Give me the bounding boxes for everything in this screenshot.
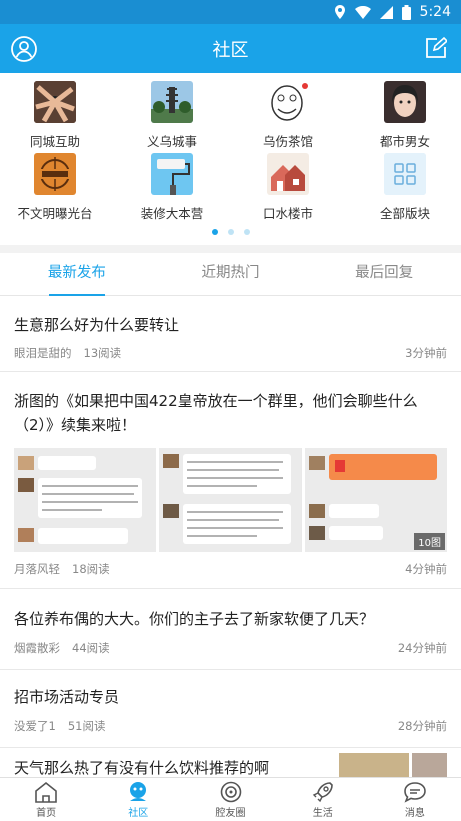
exposure-icon xyxy=(34,153,76,195)
post-time: 4分钟前 xyxy=(405,562,447,576)
nav-life[interactable]: 生活 xyxy=(277,778,369,821)
pager-dot[interactable] xyxy=(211,229,218,235)
list-item[interactable]: 浙图的《如果把中国422皇帝放在一个群里，他们会聊些什么（2）》续集来啦！ 10… xyxy=(0,372,461,589)
category-label: 同城互助 xyxy=(29,134,80,149)
home-icon xyxy=(35,781,57,803)
list-item[interactable]: 招市场活动专员 没爱了1 51阅读 28分钟前 xyxy=(0,670,461,748)
signal-icon xyxy=(379,5,393,19)
post-time: 24分钟前 xyxy=(397,641,447,655)
category-teahouse[interactable]: 乌伤茶馆 xyxy=(238,81,338,150)
post-title: 各位养布偶的大大。你们的主子去了新家软便了几天？ xyxy=(14,610,375,628)
houses-icon xyxy=(267,153,309,195)
app-header: 社区 xyxy=(0,24,461,73)
city-tower-icon xyxy=(151,81,193,123)
list-item[interactable]: 天气那么热了有没有什么饮料推荐的啊 xyxy=(0,748,461,778)
nav-label: 消息 xyxy=(404,808,425,819)
category-label: 口水楼市 xyxy=(262,206,313,221)
post-title: 天气那么热了有没有什么饮料推荐的啊 xyxy=(14,759,270,777)
rocket-icon xyxy=(312,782,333,803)
section-divider xyxy=(0,245,461,253)
tab-last-reply[interactable]: 最后回复 xyxy=(307,253,461,295)
pager-dot[interactable] xyxy=(227,229,234,235)
nav-label: 首页 xyxy=(36,808,57,819)
post-time: 3分钟前 xyxy=(405,346,447,360)
category-label: 都市男女 xyxy=(379,134,430,149)
category-exposure[interactable]: 不文明曝光台 xyxy=(5,153,105,222)
pager-dots xyxy=(0,229,461,235)
post-meta: 眼泪是甜的 13阅读 3分钟前 xyxy=(14,345,447,361)
post-author: 月落风轻 xyxy=(14,562,60,576)
status-time: 5:24 xyxy=(419,4,451,20)
tab-hot[interactable]: 近期热门 xyxy=(154,253,308,295)
nav-home[interactable]: 首页 xyxy=(0,778,92,821)
post-thumbnail[interactable] xyxy=(339,753,447,778)
face-meme-icon xyxy=(267,81,309,123)
community-icon xyxy=(130,782,147,801)
category-label: 义乌城事 xyxy=(146,134,197,149)
category-all[interactable]: 全部版块 xyxy=(355,153,455,222)
edit-icon xyxy=(426,36,449,58)
category-decoration[interactable]: 装修大本营 xyxy=(122,153,222,222)
profile-button[interactable] xyxy=(11,36,37,62)
bottom-nav: 首页 社区 腔友圈 生活 消息 xyxy=(0,777,461,821)
post-meta: 烟霞散彩 44阅读 24分钟前 xyxy=(14,640,447,656)
post-title: 浙图的《如果把中国422皇帝放在一个群里，他们会聊些什么（2）》续集来啦！ xyxy=(14,392,418,434)
post-time: 28分钟前 xyxy=(397,719,447,733)
post-thumbnail[interactable]: 10图 xyxy=(304,448,447,552)
nav-label: 腔友圈 xyxy=(215,808,246,819)
message-icon xyxy=(404,782,426,803)
nav-community[interactable]: 社区 xyxy=(92,778,184,821)
post-reads: 44阅读 xyxy=(72,641,110,655)
post-meta: 没爱了1 51阅读 28分钟前 xyxy=(14,718,447,734)
image-count-badge: 10图 xyxy=(414,533,445,550)
nav-messages[interactable]: 消息 xyxy=(369,778,461,821)
page-title: 社区 xyxy=(212,39,249,61)
category-tongcheng[interactable]: 同城互助 xyxy=(5,81,105,150)
post-author: 烟霞散彩 xyxy=(14,641,60,655)
pager-dot[interactable] xyxy=(243,229,250,235)
user-icon xyxy=(11,36,37,62)
paint-roller-icon xyxy=(151,153,193,195)
location-icon xyxy=(334,5,345,19)
grid-icon xyxy=(384,153,426,195)
tab-latest[interactable]: 最新发布 xyxy=(0,253,154,296)
battery-icon xyxy=(401,4,411,20)
nav-label: 生活 xyxy=(312,808,333,819)
nav-friends[interactable]: 腔友圈 xyxy=(184,778,276,821)
list-item[interactable]: 生意那么好为什么要转让 眼泪是甜的 13阅读 3分钟前 xyxy=(0,297,461,372)
category-grid: 同城互助 义乌城事 乌伤茶馆 都市男女 不文明曝光台 装修大本营 口水楼市 全部… xyxy=(0,73,461,245)
post-title: 生意那么好为什么要转让 xyxy=(14,316,180,334)
category-yiwu[interactable]: 义乌城事 xyxy=(122,81,222,150)
post-reads: 51阅读 xyxy=(67,719,106,733)
hands-icon xyxy=(34,81,76,123)
post-image-strip[interactable]: 10图 xyxy=(14,448,447,552)
category-housing[interactable]: 口水楼市 xyxy=(238,153,338,222)
post-author: 没爱了1 xyxy=(14,719,56,733)
girl-photo-icon xyxy=(384,81,426,123)
post-reads: 18阅读 xyxy=(72,562,110,576)
compose-button[interactable] xyxy=(425,36,449,59)
category-urban[interactable]: 都市男女 xyxy=(355,81,455,150)
status-bar: 5:24 xyxy=(0,0,461,24)
wifi-icon xyxy=(354,5,371,19)
category-label: 不文明曝光台 xyxy=(17,206,93,221)
post-thumbnail[interactable] xyxy=(159,448,302,552)
friends-circle-icon xyxy=(220,781,241,803)
category-label: 装修大本营 xyxy=(140,206,204,221)
post-title: 招市场活动专员 xyxy=(14,688,120,706)
category-label: 乌伤茶馆 xyxy=(262,134,313,149)
list-item[interactable]: 各位养布偶的大大。你们的主子去了新家软便了几天？ 烟霞散彩 44阅读 24分钟前 xyxy=(0,589,461,670)
post-reads: 13阅读 xyxy=(83,346,122,360)
feed-tabs: 最新发布 近期热门 最后回复 xyxy=(0,253,461,296)
post-meta: 月落风轻 18阅读 4分钟前 xyxy=(14,561,447,577)
nav-label: 社区 xyxy=(128,808,149,819)
category-label: 全部版块 xyxy=(379,206,430,221)
post-author: 眼泪是甜的 xyxy=(14,346,72,360)
post-thumbnail[interactable] xyxy=(14,448,157,552)
